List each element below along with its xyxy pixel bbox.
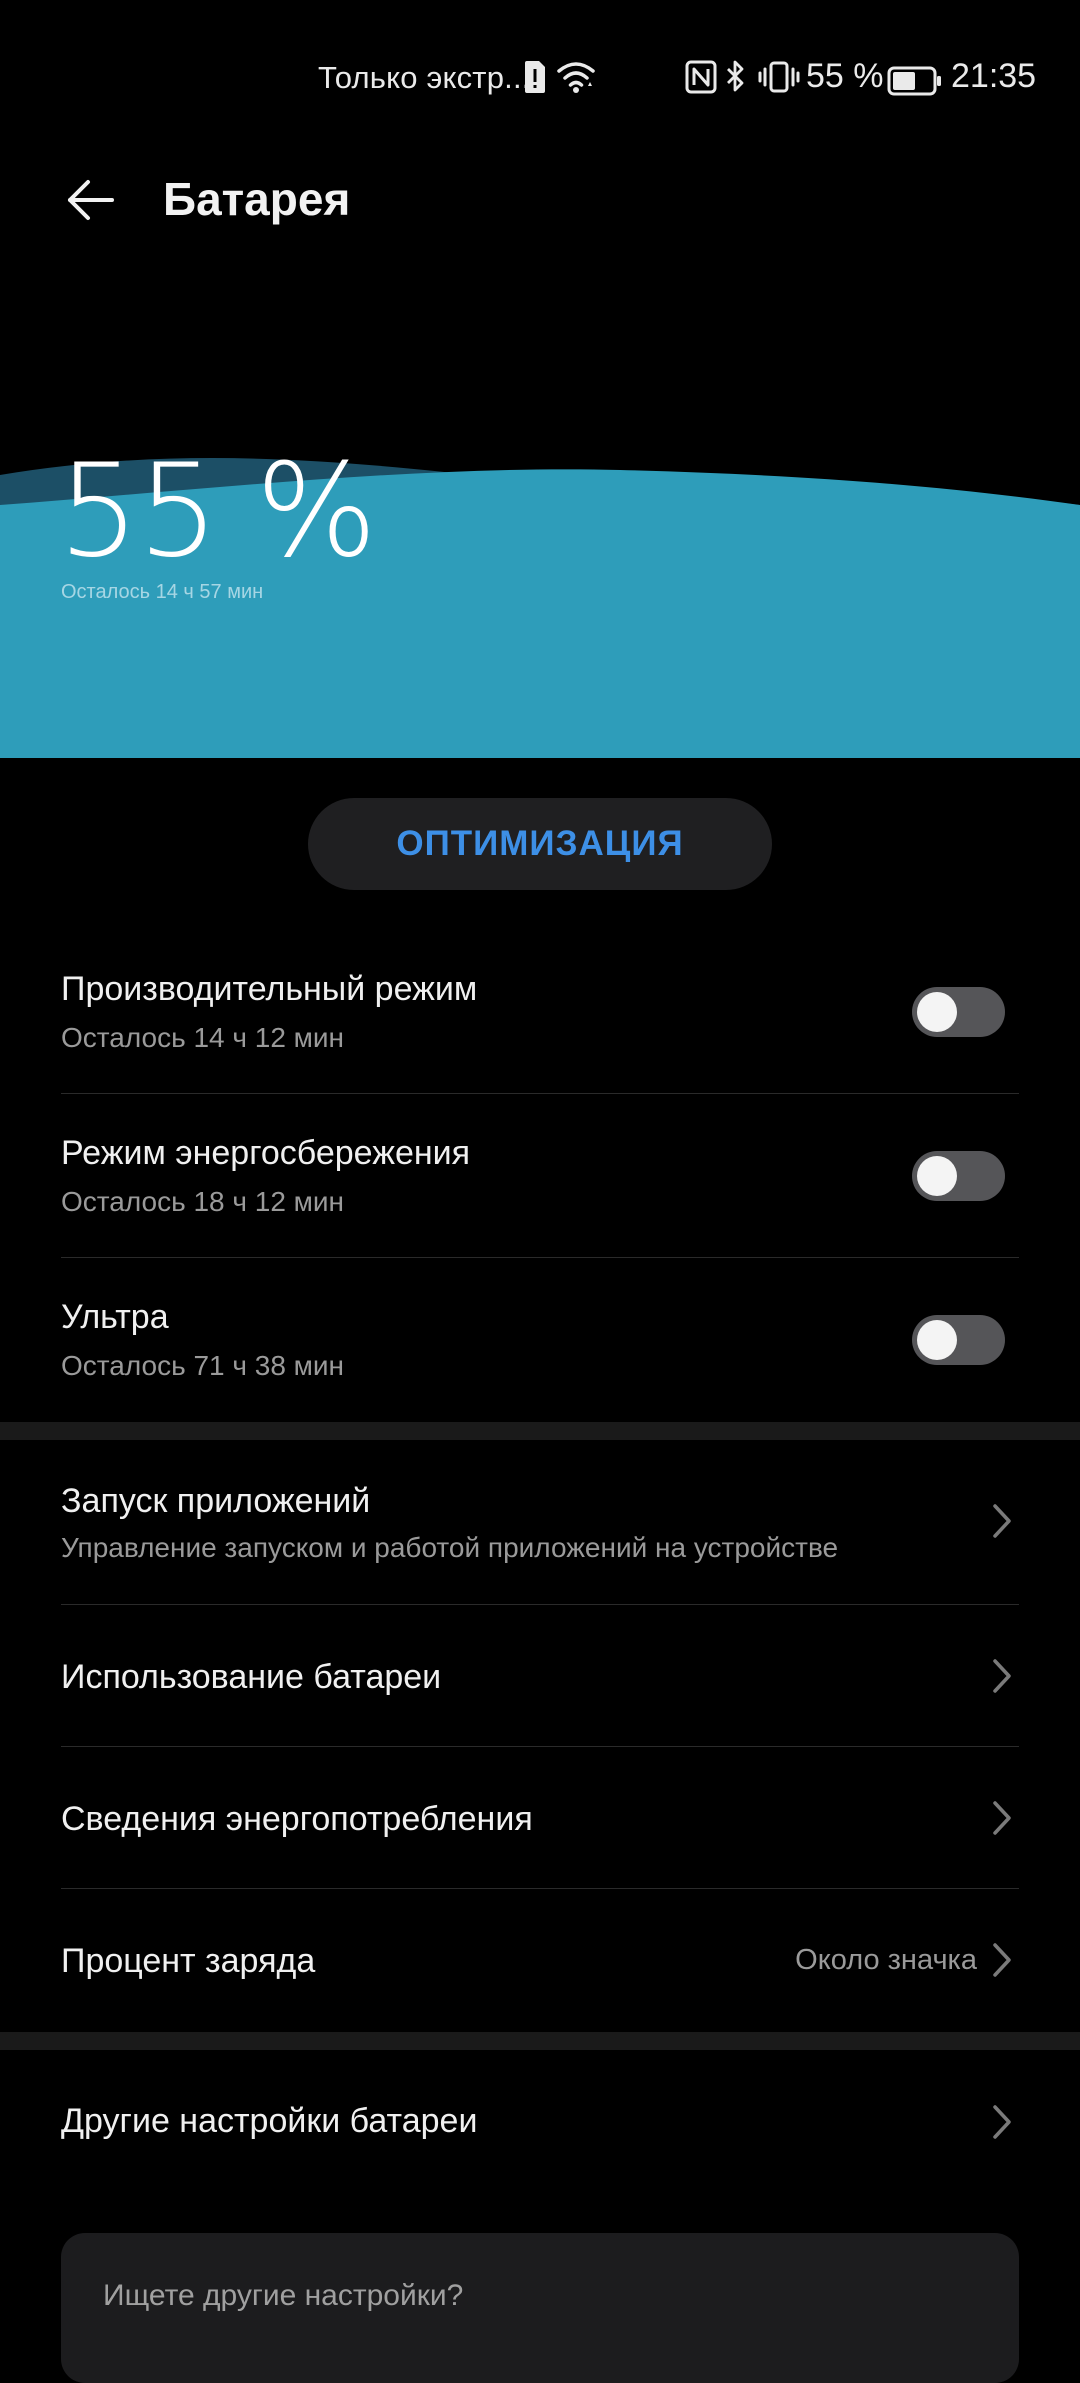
settings-title: Сведения энергопотребления bbox=[61, 1800, 533, 1838]
status-carrier-text: Только экстр.... bbox=[318, 60, 540, 95]
mode-subtitle: Осталось 71 ч 38 мин bbox=[61, 1350, 345, 1381]
battery-level: 55 % bbox=[58, 437, 377, 586]
page-title: Батарея bbox=[163, 173, 351, 225]
chevron-right-icon bbox=[993, 1659, 1011, 1693]
chevron-right-icon bbox=[993, 2105, 1011, 2139]
chevron-right-icon bbox=[993, 1504, 1011, 1538]
performance-toggle[interactable] bbox=[912, 987, 1005, 1037]
status-bar: Только экстр.... 55 % 21:35 bbox=[0, 0, 1080, 160]
mode-title: Производительный режим bbox=[61, 970, 478, 1008]
mode-ultra[interactable]: Ультра Осталось 71 ч 38 мин bbox=[0, 1268, 1080, 1418]
divider bbox=[61, 1604, 1019, 1605]
divider bbox=[61, 1888, 1019, 1889]
search-suggestion-card[interactable]: Ищете другие настройки? bbox=[61, 2233, 1019, 2383]
settings-battery-usage[interactable]: Использование батареи bbox=[0, 1606, 1080, 1746]
settings-title: Другие настройки батареи bbox=[61, 2102, 478, 2140]
toggle-knob bbox=[917, 1156, 957, 1196]
divider bbox=[61, 1093, 1019, 1094]
search-suggestion-text: Ищете другие настройки? bbox=[103, 2279, 464, 2312]
section-separator bbox=[0, 1422, 1080, 1440]
divider bbox=[61, 1746, 1019, 1747]
mode-power-saving[interactable]: Режим энергосбережения Осталось 18 ч 12 … bbox=[0, 1104, 1080, 1254]
settings-subtitle: Управление запуском и работой приложений… bbox=[61, 1532, 839, 1563]
mode-performance[interactable]: Производительный режим Осталось 14 ч 12 … bbox=[0, 940, 1080, 1090]
battery-remaining-time: Осталось 14 ч 57 мин bbox=[61, 581, 264, 603]
settings-battery-percentage[interactable]: Процент заряда Около значка bbox=[0, 1890, 1080, 2030]
toggle-knob bbox=[917, 992, 957, 1032]
section-separator bbox=[0, 2032, 1080, 2050]
toggle-knob bbox=[917, 1320, 957, 1360]
mode-subtitle: Осталось 14 ч 12 мин bbox=[61, 1022, 345, 1053]
wifi-icon bbox=[557, 62, 595, 93]
arrow-left-icon bbox=[68, 180, 114, 220]
divider bbox=[61, 1257, 1019, 1258]
sim-alert-icon bbox=[525, 61, 545, 93]
back-button[interactable] bbox=[50, 160, 130, 240]
vibrate-icon bbox=[758, 61, 800, 93]
mode-title: Режим энергосбережения bbox=[61, 1134, 471, 1172]
settings-title: Запуск приложений bbox=[61, 1482, 371, 1520]
power-saving-toggle[interactable] bbox=[912, 1151, 1005, 1201]
settings-app-launch[interactable]: Запуск приложений Управление запуском и … bbox=[0, 1440, 1080, 1604]
mode-subtitle: Осталось 18 ч 12 мин bbox=[61, 1186, 345, 1217]
bluetooth-icon bbox=[727, 60, 744, 92]
settings-title: Процент заряда bbox=[61, 1942, 316, 1980]
optimize-button[interactable]: ОПТИМИЗАЦИЯ bbox=[308, 798, 772, 890]
settings-title: Использование батареи bbox=[61, 1658, 442, 1696]
chevron-right-icon bbox=[993, 1943, 1011, 1977]
settings-other-battery[interactable]: Другие настройки батареи bbox=[0, 2050, 1080, 2195]
ultra-toggle[interactable] bbox=[912, 1315, 1005, 1365]
settings-value: Около значка bbox=[795, 1944, 977, 1976]
nfc-icon bbox=[685, 60, 717, 94]
chevron-right-icon bbox=[993, 1801, 1011, 1835]
status-battery-percent: 55 % bbox=[806, 57, 884, 95]
battery-icon bbox=[887, 66, 941, 96]
status-time: 21:35 bbox=[951, 57, 1037, 95]
settings-power-consumption[interactable]: Сведения энергопотребления bbox=[0, 1748, 1080, 1888]
mode-title: Ультра bbox=[61, 1298, 169, 1336]
